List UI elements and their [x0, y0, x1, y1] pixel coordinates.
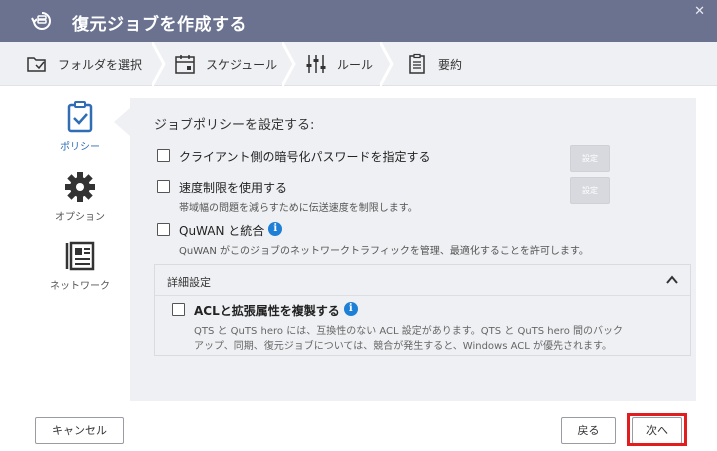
- option-desc-line2: アップ、同期、復元ジョブについては、競合が発生すると、Windows ACL が…: [194, 341, 613, 352]
- chevron-up-icon[interactable]: [664, 272, 680, 288]
- step-chevron: [152, 42, 166, 86]
- step-schedule[interactable]: スケジュール: [174, 42, 277, 86]
- speed-limit-checkbox[interactable]: [157, 180, 170, 193]
- speed-limit-settings-button[interactable]: 設定: [570, 177, 610, 204]
- step-label: ルール: [337, 57, 374, 72]
- calendar-icon: [175, 55, 195, 74]
- summary-clipboard-icon: [409, 53, 425, 74]
- option-desc: 帯域幅の問題を減らすために伝送速度を制限します。: [179, 203, 418, 214]
- dialog-title: 復元ジョブを作成する: [72, 15, 247, 35]
- nav-item-network[interactable]: ネットワーク: [30, 239, 130, 292]
- quwan-label-text: QuWAN と統合: [179, 224, 265, 238]
- step-summary[interactable]: 要約: [406, 42, 462, 86]
- close-icon[interactable]: ✕: [694, 4, 705, 19]
- info-icon[interactable]: i: [268, 222, 283, 236]
- restore-job-icon: [31, 12, 51, 30]
- step-chevron: [282, 42, 296, 86]
- option-label: QuWAN と統合 i: [179, 222, 283, 239]
- option-desc-line1: QTS と QuTS hero には、互換性のない ACL 設定があります。QT…: [194, 326, 623, 337]
- nav-label: オプション: [55, 212, 105, 223]
- step-label: 要約: [438, 57, 463, 72]
- cancel-button[interactable]: キャンセル: [35, 417, 124, 444]
- step-rules[interactable]: ルール: [305, 42, 373, 86]
- step-label: スケジュール: [206, 57, 278, 72]
- active-nav-pointer: [114, 108, 130, 136]
- wizard-steps: フォルダを選択 スケジュール ルール 要約: [0, 42, 717, 86]
- next-button-highlight: [627, 413, 687, 446]
- option-label: クライアント側の暗号化パスワードを指定する: [179, 150, 431, 164]
- step-label: フォルダを選択: [58, 57, 143, 72]
- nav-item-options[interactable]: オプション: [30, 170, 130, 223]
- panel-title: ジョブポリシーを設定する:: [154, 118, 315, 133]
- option-desc: QuWAN がこのジョブのネットワークトラフィックを管理、最適化することを許可し…: [179, 246, 589, 257]
- advanced-settings-title: 詳細設定: [167, 276, 211, 289]
- folder-select-icon: [27, 57, 46, 72]
- encryption-password-checkbox[interactable]: [157, 149, 170, 162]
- acl-label-text: ACLと拡張属性を複製する: [194, 304, 340, 318]
- nav-label: ポリシー: [60, 142, 100, 153]
- back-button[interactable]: 戻る: [561, 417, 616, 444]
- advanced-settings-section: 詳細設定 ACLと拡張属性を複製する i QTS と QuTS hero には、互…: [154, 264, 691, 356]
- step-chevron: [380, 42, 394, 86]
- dialog-header: 復元ジョブを作成する ✕: [0, 0, 717, 42]
- sliders-icon: [306, 55, 326, 73]
- step-folder-select[interactable]: フォルダを選択: [26, 42, 142, 86]
- info-icon[interactable]: i: [343, 302, 358, 316]
- quwan-checkbox[interactable]: [157, 223, 170, 236]
- option-label: 速度制限を使用する: [179, 181, 288, 195]
- option-label: ACLと拡張属性を複製する i: [194, 302, 358, 319]
- policy-clipboard-icon: [67, 101, 93, 133]
- policy-panel: ジョブポリシーを設定する: クライアント側の暗号化パスワードを指定する 設定 速…: [130, 98, 696, 401]
- divider: [155, 295, 690, 296]
- network-icon: [65, 241, 95, 271]
- gear-icon: [65, 172, 95, 202]
- acl-xattr-checkbox[interactable]: [172, 303, 185, 316]
- encryption-settings-button[interactable]: 設定: [570, 145, 610, 172]
- create-restore-job-dialog: 復元ジョブを作成する ✕ フォルダを選択 スケジュール ルール 要約 ポリシー …: [0, 0, 717, 451]
- nav-label: ネットワーク: [50, 281, 110, 292]
